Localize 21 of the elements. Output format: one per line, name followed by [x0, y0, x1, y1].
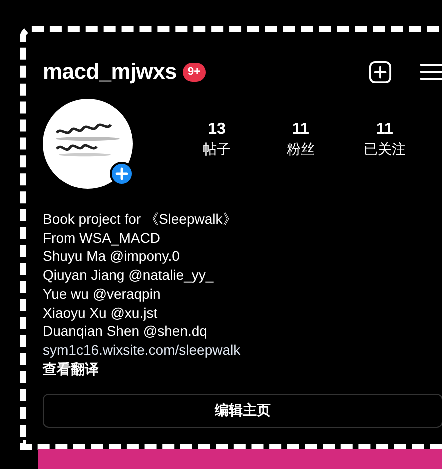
bio-line: Qiuyan Jiang @natalie_yy_	[43, 266, 214, 285]
add-icon[interactable]	[369, 60, 392, 84]
stat-label[interactable]: 帖子	[203, 141, 231, 159]
stat-count[interactable]: 11	[292, 121, 310, 139]
translate-link[interactable]: 查看翻译	[43, 360, 99, 378]
notification-badge: 9+	[182, 62, 206, 82]
menu-icon[interactable]	[420, 62, 442, 82]
bio-line: Xiaoyu Xu @xu.jst	[43, 304, 158, 322]
bio-line: Book project for 《Sleepwalk》	[43, 210, 237, 229]
bio-line: Yue wu @veraqpin	[43, 284, 161, 304]
stat-count[interactable]: 11	[376, 121, 394, 139]
stat-label[interactable]: 粉丝	[287, 141, 315, 159]
bio-line: Shuyu Ma @impony.0	[43, 247, 180, 266]
add-story-icon[interactable]	[110, 162, 134, 186]
edit-profile-button[interactable]: 编辑主页	[43, 394, 442, 428]
username: macd_mjwxs	[43, 59, 177, 85]
website-link[interactable]: sym1c16.wixsite.com/sleepwalk	[43, 340, 241, 360]
stat-label[interactable]: 已关注	[364, 141, 406, 159]
bio-line: Duanqian Shen @shen.dq	[43, 322, 208, 341]
bio-line: From WSA_MACD	[43, 228, 160, 248]
stat-count[interactable]: 13	[208, 121, 226, 139]
